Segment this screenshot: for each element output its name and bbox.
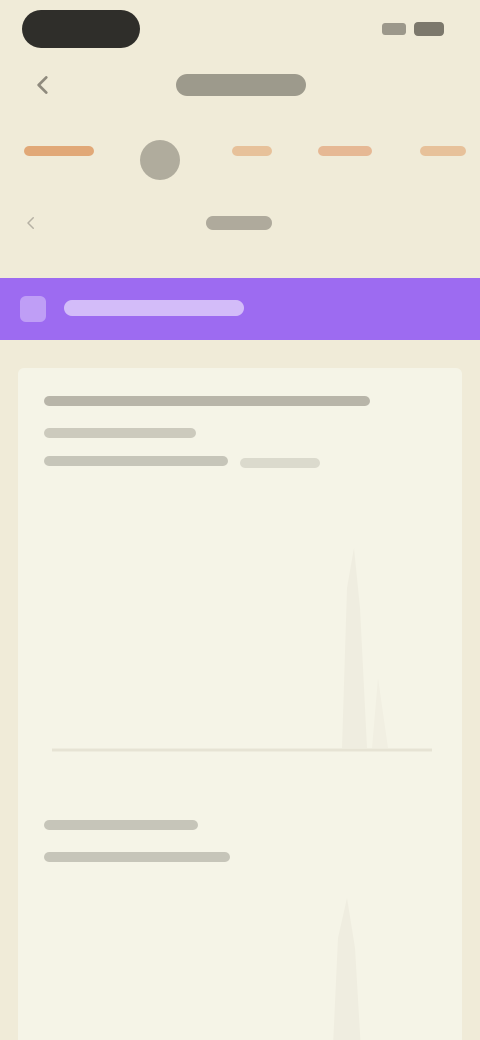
- battery-icon: [414, 22, 444, 36]
- chart-area: [372, 678, 388, 748]
- tab-item[interactable]: [24, 146, 94, 156]
- category-tabs: [0, 126, 480, 190]
- status-pill: [22, 10, 140, 48]
- chart-area: [342, 548, 367, 748]
- tab-item[interactable]: [420, 146, 466, 156]
- card-subtext: [44, 456, 228, 466]
- chevron-left-icon[interactable]: [22, 214, 40, 232]
- chart-2: [333, 898, 361, 1040]
- banner-icon: [20, 296, 46, 322]
- status-bar: [0, 0, 480, 56]
- chart-1: [52, 548, 432, 752]
- screen: [0, 0, 480, 1040]
- tab-item[interactable]: [232, 146, 272, 156]
- tab-item[interactable]: [318, 146, 372, 156]
- card-subtext: [240, 458, 320, 468]
- signal-icon: [382, 23, 406, 35]
- chart-area: [333, 898, 361, 1040]
- card-subtext: [44, 428, 196, 438]
- header: [0, 56, 480, 116]
- back-arrow-icon[interactable]: [30, 72, 56, 98]
- page-title: [176, 74, 306, 96]
- card-subtext: [44, 852, 230, 862]
- info-banner[interactable]: [0, 278, 480, 340]
- banner-text: [64, 300, 244, 316]
- card-heading: [44, 396, 370, 406]
- card-subtext: [44, 820, 198, 830]
- content-card: [18, 368, 462, 1040]
- section-header: [0, 200, 480, 252]
- status-icons: [382, 20, 444, 38]
- section-title: [206, 216, 272, 230]
- tab-item[interactable]: [140, 140, 180, 180]
